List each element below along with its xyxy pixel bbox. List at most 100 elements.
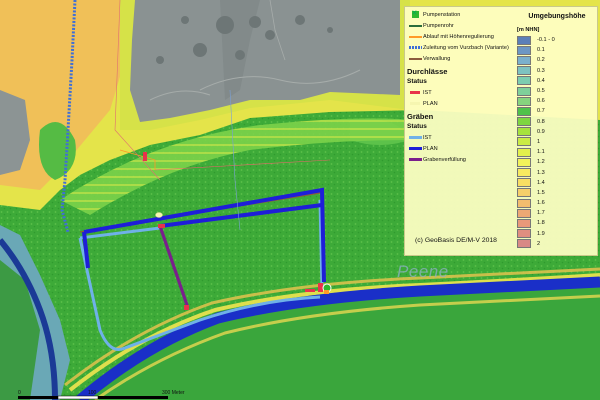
elevation-swatch bbox=[517, 188, 531, 198]
legend-status-label: Status bbox=[407, 123, 427, 130]
elevation-class: -0.1 - 0 bbox=[517, 35, 597, 45]
place-label-peene: Peene bbox=[397, 262, 449, 281]
dashed-line-symbol bbox=[408, 46, 422, 49]
elevation-swatch bbox=[517, 168, 531, 178]
elevation-swatch bbox=[517, 198, 531, 208]
line-symbol bbox=[408, 57, 422, 60]
elevation-class: 0.2 bbox=[517, 55, 597, 65]
scale-label: 100 bbox=[88, 390, 97, 396]
legend-item-culvert-ist: IST bbox=[407, 87, 525, 98]
elevation-class: 0.1 bbox=[517, 45, 597, 55]
line-symbol bbox=[408, 136, 422, 139]
legend-label: PLAN bbox=[423, 145, 438, 152]
scale-label: 300 Meter bbox=[162, 390, 185, 396]
elevation-swatch bbox=[517, 106, 531, 116]
legend-label: Verwallung bbox=[423, 55, 451, 62]
elevation-label: 1.7 bbox=[537, 210, 545, 217]
legend-features: Pumpenstation Pumpenrohr Ablauf mit Höhe… bbox=[407, 9, 525, 165]
elevation-label: 0.6 bbox=[537, 98, 545, 105]
legend-label: Pumpenrohr bbox=[423, 22, 454, 29]
legend-item-ditch-filling: Grabenverfüllung bbox=[407, 154, 525, 165]
elevation-label: 0.9 bbox=[537, 128, 545, 135]
culvert-planned bbox=[155, 212, 163, 218]
scale-bar: 0 100 300 Meter bbox=[18, 390, 185, 400]
elevation-class: 1.8 bbox=[517, 218, 597, 228]
line-symbol bbox=[408, 24, 422, 27]
elevation-class: 0.4 bbox=[517, 76, 597, 86]
legend-label: Pumpenstation bbox=[423, 11, 461, 18]
elevation-class: 1.2 bbox=[517, 157, 597, 167]
legend-item-pump-station: Pumpenstation bbox=[407, 9, 525, 20]
scale-label: 0 bbox=[18, 390, 21, 396]
legend-elevation: Umgebungshöhe [m NHN] -0.1 - 0 0.1 0.2 0.3 0… bbox=[517, 13, 597, 249]
elevation-class: 2 bbox=[517, 239, 597, 249]
elevation-label: 1.9 bbox=[537, 230, 545, 237]
elevation-swatch bbox=[517, 178, 531, 188]
elevation-label: 0.2 bbox=[537, 57, 545, 64]
elevation-swatch bbox=[517, 86, 531, 96]
elevation-label: 0.8 bbox=[537, 118, 545, 125]
elevation-swatch bbox=[517, 157, 531, 167]
elevation-label: 1.2 bbox=[537, 159, 545, 166]
elevation-class: 1.5 bbox=[517, 188, 597, 198]
elevation-class: 1.9 bbox=[517, 229, 597, 239]
elevation-swatch bbox=[517, 239, 531, 249]
elevation-class: 1.4 bbox=[517, 178, 597, 188]
elevation-label: 1.5 bbox=[537, 189, 545, 196]
line-symbol bbox=[410, 102, 420, 105]
elevation-swatch bbox=[517, 137, 531, 147]
elevation-swatches: -0.1 - 0 0.1 0.2 0.3 0.4 0.5 0.6 0.7 0.8 0.9 1 1.1 1… bbox=[517, 35, 597, 249]
legend-label: IST bbox=[423, 89, 432, 96]
elevation-class: 0.6 bbox=[517, 96, 597, 106]
elevation-label: 1.8 bbox=[537, 220, 545, 227]
elevation-label: 0.4 bbox=[537, 77, 545, 84]
elevation-label: 2 bbox=[537, 240, 541, 247]
legend-item-embankment: Verwallung bbox=[407, 53, 525, 64]
elevation-label: 0.1 bbox=[537, 47, 545, 54]
elevation-swatch bbox=[517, 127, 531, 137]
elevation-swatch bbox=[517, 66, 531, 76]
legend-item-ditch-ist: IST bbox=[407, 132, 525, 143]
elevation-swatch bbox=[517, 218, 531, 228]
copyright-text: (c) GeoBasis DE/M-V 2018 bbox=[415, 237, 497, 244]
pump-pipe bbox=[324, 290, 329, 294]
elevation-label: 1.1 bbox=[537, 149, 545, 156]
line-symbol bbox=[410, 91, 420, 94]
elevation-label: 0.3 bbox=[537, 67, 545, 74]
map-legend: Pumpenstation Pumpenrohr Ablauf mit Höhe… bbox=[404, 6, 598, 256]
elevation-unit: [m NHN] bbox=[517, 27, 540, 33]
legend-item-feed-variant: Zuleitung vom Vurzbach (Variante) bbox=[407, 42, 525, 53]
elevation-class: 1 bbox=[517, 137, 597, 147]
legend-label: Grabenverfüllung bbox=[423, 156, 466, 163]
elevation-swatch bbox=[517, 117, 531, 127]
legend-heading-ditches: Gräben bbox=[407, 112, 434, 121]
elevation-label: 1 bbox=[537, 138, 541, 145]
legend-label: Ablauf mit Höhenregulierung bbox=[423, 33, 494, 40]
elevation-title: Umgebungshöhe bbox=[528, 13, 586, 20]
elevation-class: 1.1 bbox=[517, 147, 597, 157]
elevation-swatch bbox=[517, 208, 531, 218]
legend-status-label: Status bbox=[407, 78, 427, 85]
legend-label: PLAN bbox=[423, 100, 438, 107]
legend-label: Zuleitung vom Vurzbach (Variante) bbox=[423, 44, 509, 51]
elevation-class: 1.3 bbox=[517, 167, 597, 178]
elevation-class: 0.9 bbox=[517, 127, 597, 137]
legend-item-culvert-plan: PLAN bbox=[407, 98, 525, 109]
elevation-label: 0.5 bbox=[537, 88, 545, 95]
elevation-swatch bbox=[517, 45, 531, 55]
legend-item-pump-pipe: Pumpenrohr bbox=[407, 20, 525, 31]
legend-item-ditch-plan: PLAN bbox=[407, 143, 525, 154]
elevation-swatch bbox=[517, 147, 531, 157]
legend-item-outflow: Ablauf mit Höhenregulierung bbox=[407, 31, 525, 42]
elevation-label: 1.4 bbox=[537, 179, 545, 186]
elevation-class: 1.7 bbox=[517, 208, 597, 218]
elevation-swatch bbox=[517, 76, 531, 86]
elevation-label: -0.1 - 0 bbox=[537, 37, 555, 44]
elevation-class: 0.7 bbox=[517, 106, 597, 116]
elevation-label: 1.6 bbox=[537, 200, 545, 207]
legend-heading-culverts: Durchlässe bbox=[407, 67, 448, 76]
elevation-class: 0.5 bbox=[517, 86, 597, 96]
elevation-swatch bbox=[517, 96, 531, 106]
elevation-swatch bbox=[517, 229, 531, 239]
elevation-class: 0.8 bbox=[517, 117, 597, 127]
